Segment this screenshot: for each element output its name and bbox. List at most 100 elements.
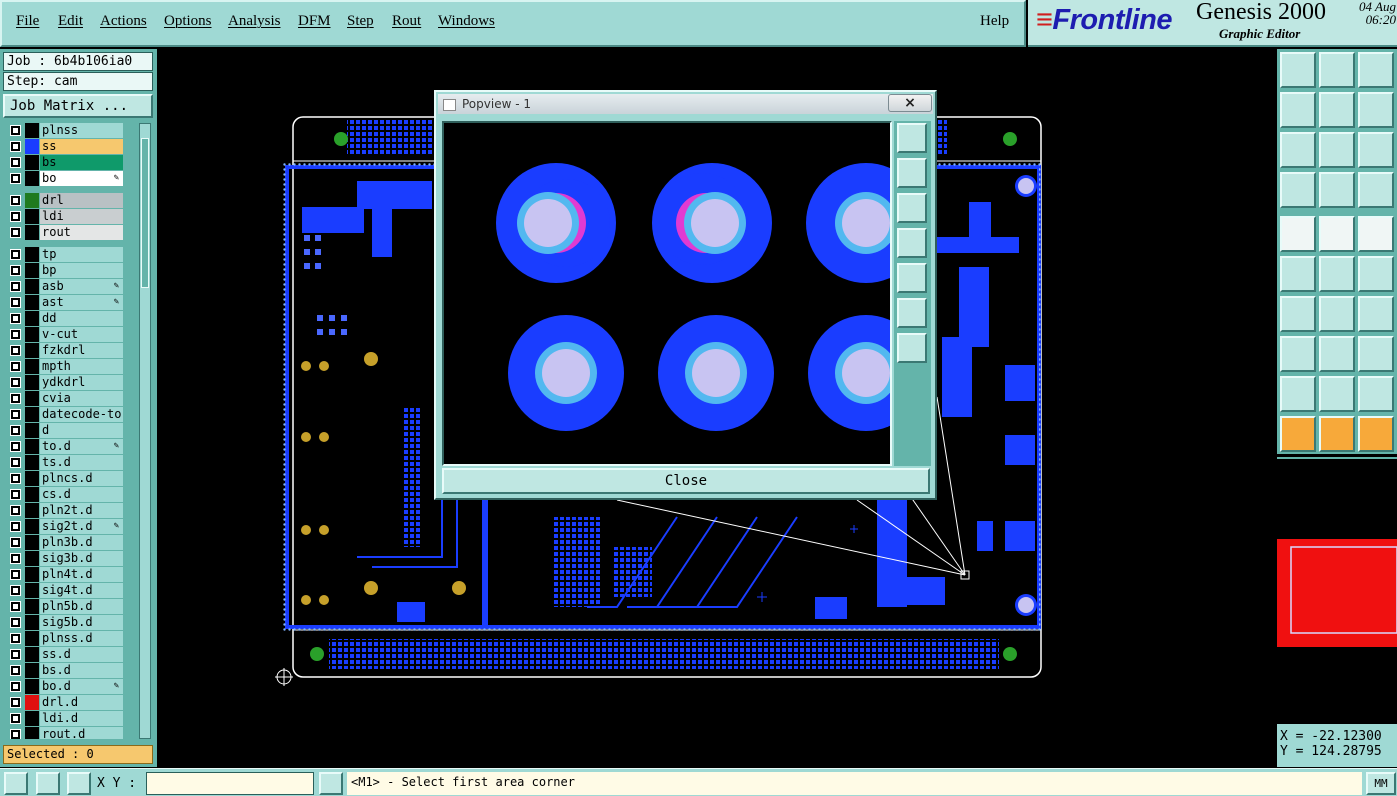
- alert-icon[interactable]: [319, 772, 343, 795]
- layer-checkbox[interactable]: [10, 211, 21, 222]
- layer-row[interactable]: pln3b.d: [6, 535, 126, 550]
- snap-grid-icon[interactable]: [4, 772, 28, 795]
- layer-checkbox[interactable]: [10, 457, 21, 468]
- layer-name[interactable]: bs.d: [40, 663, 123, 678]
- popview-zoom-fit-button[interactable]: [897, 123, 927, 153]
- layer-checkbox[interactable]: [10, 649, 21, 660]
- layer-checkbox[interactable]: [10, 681, 21, 692]
- layer-name[interactable]: pln5b.d: [40, 599, 123, 614]
- layer-checkbox[interactable]: [10, 537, 21, 548]
- layer-checkbox[interactable]: [10, 697, 21, 708]
- layer-row[interactable]: cs.d: [6, 487, 126, 502]
- zoom-1to2-icon[interactable]: [1358, 132, 1394, 168]
- layer-name[interactable]: asb ✎: [40, 279, 123, 294]
- layer-row[interactable]: drl.d: [6, 695, 126, 710]
- layer-row[interactable]: sig3b.d: [6, 551, 126, 566]
- layer-row[interactable]: sig2t.d ✎: [6, 519, 126, 534]
- ruler-icon[interactable]: [1358, 216, 1394, 252]
- layer-row[interactable]: plncs.d: [6, 471, 126, 486]
- zoom-out-icon[interactable]: [1319, 132, 1355, 168]
- layer-row[interactable]: tp: [6, 247, 126, 262]
- layer-row[interactable]: d: [6, 423, 126, 438]
- layer-name[interactable]: drl.d: [40, 695, 123, 710]
- diagonal-line-icon[interactable]: [1319, 296, 1355, 332]
- popview-zoom-in-button[interactable]: [897, 298, 927, 328]
- layer-name[interactable]: fzkdrl: [40, 343, 123, 358]
- layer-row[interactable]: bs.d: [6, 663, 126, 678]
- layer-checkbox[interactable]: [10, 345, 21, 356]
- popview-pan-right-button[interactable]: [897, 263, 927, 293]
- layer-color-swatch[interactable]: [25, 679, 39, 694]
- layer-name[interactable]: d: [40, 423, 123, 438]
- layer-row[interactable]: plnss.d: [6, 631, 126, 646]
- layer-name[interactable]: dd: [40, 311, 123, 326]
- layer-color-swatch[interactable]: [25, 455, 39, 470]
- layer-color-swatch[interactable]: [25, 631, 39, 646]
- layer-row[interactable]: datecode-to: [6, 407, 126, 422]
- menu-help[interactable]: Help: [980, 13, 1009, 30]
- layer-color-swatch[interactable]: [25, 225, 39, 240]
- layer-color-swatch[interactable]: [25, 171, 39, 186]
- layer-name[interactable]: plnss.d: [40, 631, 123, 646]
- layer-name[interactable]: pln2t.d: [40, 503, 123, 518]
- layer-name[interactable]: mpth: [40, 359, 123, 374]
- layer-checkbox[interactable]: [10, 393, 21, 404]
- layer-name[interactable]: ast ✎: [40, 295, 123, 310]
- layer-name[interactable]: datecode-to: [40, 407, 123, 422]
- layer-checkbox[interactable]: [10, 313, 21, 324]
- layer-name[interactable]: ldi.d: [40, 711, 123, 726]
- job-matrix-button[interactable]: Job Matrix ...: [3, 94, 153, 118]
- layer-name[interactable]: cvia: [40, 391, 123, 406]
- layer-checkbox[interactable]: [10, 377, 21, 388]
- layer-checkbox[interactable]: [10, 425, 21, 436]
- menu-analysis[interactable]: Analysis: [228, 13, 281, 30]
- layer-row[interactable]: asb ✎: [6, 279, 126, 294]
- layer-color-swatch[interactable]: [25, 567, 39, 582]
- layer-name[interactable]: sig2t.d ✎: [40, 519, 123, 534]
- layer-name[interactable]: bo ✎: [40, 171, 123, 186]
- layer-color-swatch[interactable]: [25, 519, 39, 534]
- layer-name[interactable]: bo.d ✎: [40, 679, 123, 694]
- layer-checkbox[interactable]: [10, 329, 21, 340]
- layer-name[interactable]: plnss: [40, 123, 123, 138]
- layer-color-swatch[interactable]: [25, 711, 39, 726]
- layer-row[interactable]: rout.d: [6, 727, 126, 739]
- layer-row[interactable]: sig4t.d: [6, 583, 126, 598]
- layer-checkbox[interactable]: [10, 729, 21, 739]
- draw-line-icon[interactable]: [1319, 216, 1355, 252]
- layer-checkbox[interactable]: [10, 265, 21, 276]
- xy-input[interactable]: [146, 772, 314, 795]
- layer-name[interactable]: rout.d: [40, 727, 123, 739]
- scrollbar-thumb[interactable]: [141, 138, 149, 288]
- layer-color-swatch[interactable]: [25, 391, 39, 406]
- layer-checkbox[interactable]: [10, 409, 21, 420]
- select-pointer-icon[interactable]: [1280, 416, 1316, 452]
- pan-left-icon[interactable]: [1280, 92, 1316, 128]
- layer-row[interactable]: bp: [6, 263, 126, 278]
- menu-windows[interactable]: Windows: [438, 13, 495, 30]
- triangle-outline-icon[interactable]: [1319, 376, 1355, 412]
- layer-name[interactable]: bs: [40, 155, 123, 170]
- layer-color-swatch[interactable]: [25, 343, 39, 358]
- layer-color-swatch[interactable]: [25, 535, 39, 550]
- layer-name[interactable]: sig4t.d: [40, 583, 123, 598]
- measure-tool-icon[interactable]: [1280, 172, 1316, 208]
- layer-name[interactable]: cs.d: [40, 487, 123, 502]
- layer-name[interactable]: ss: [40, 139, 123, 154]
- layer-color-swatch[interactable]: [25, 279, 39, 294]
- layer-color-swatch[interactable]: [25, 695, 39, 710]
- triangle-red-icon[interactable]: [1280, 376, 1316, 412]
- pan-up-icon[interactable]: [1280, 52, 1316, 88]
- angle-snap-icon[interactable]: [36, 772, 60, 795]
- layer-row[interactable]: dd: [6, 311, 126, 326]
- layer-color-swatch[interactable]: [25, 487, 39, 502]
- layer-checkbox[interactable]: [10, 141, 21, 152]
- pad-distance-icon[interactable]: [1280, 336, 1316, 372]
- menu-edit[interactable]: Edit: [58, 13, 83, 30]
- units-button[interactable]: MM: [1366, 772, 1396, 795]
- home-icon[interactable]: [1358, 52, 1394, 88]
- snap-icon[interactable]: [1280, 216, 1316, 252]
- layer-name[interactable]: rout: [40, 225, 123, 240]
- layer-row[interactable]: to.d ✎: [6, 439, 126, 454]
- popview-title-bar[interactable]: Popview - 1 ×: [438, 94, 933, 114]
